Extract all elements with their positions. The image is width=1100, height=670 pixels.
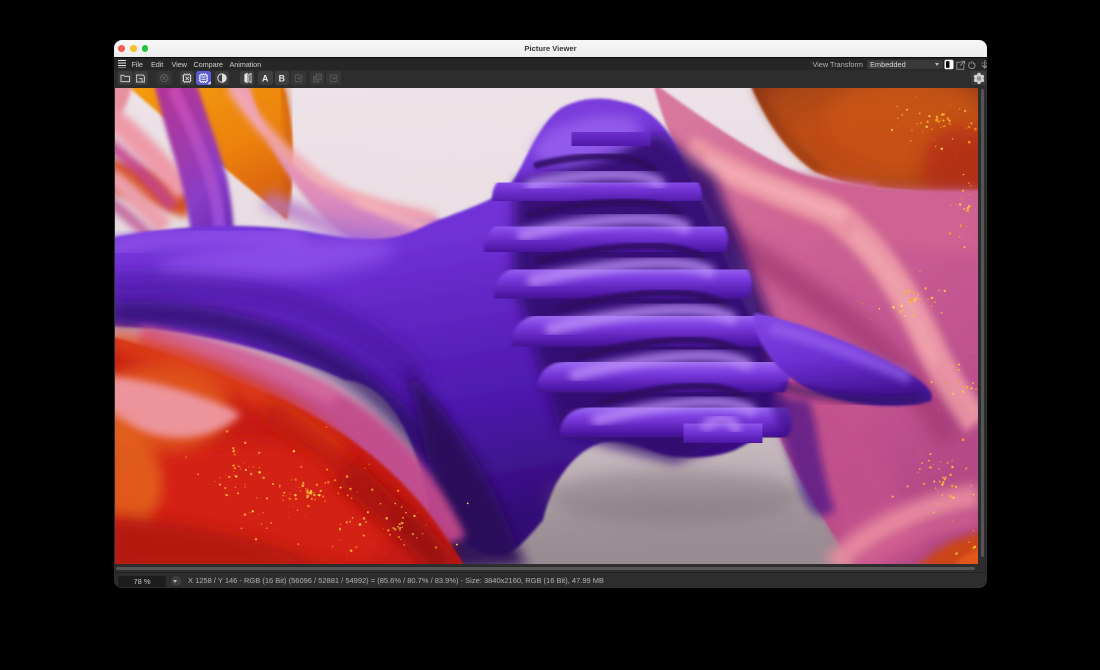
svg-text:B: B xyxy=(279,74,285,84)
svg-text:A: A xyxy=(262,74,269,84)
